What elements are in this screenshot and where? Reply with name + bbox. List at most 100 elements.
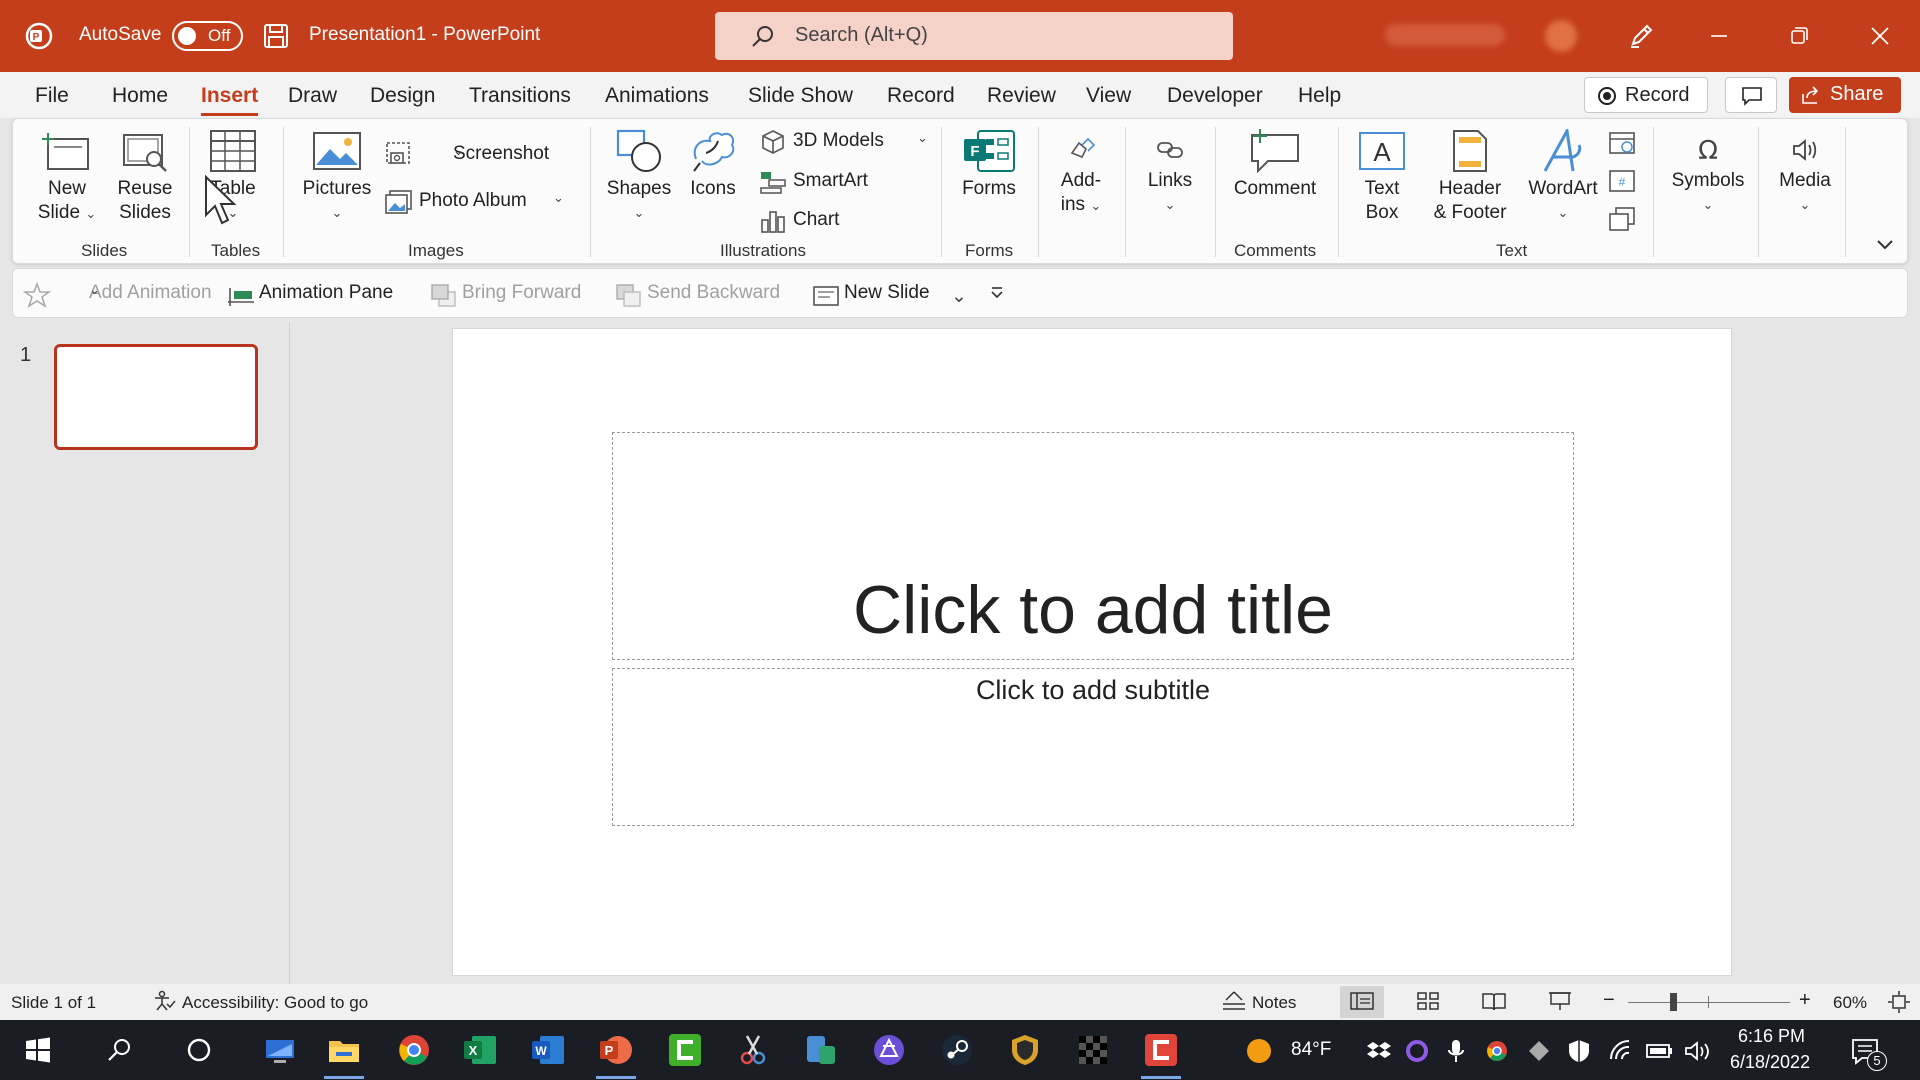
tab-design[interactable]: Design	[370, 84, 435, 108]
clock-time[interactable]: 6:16 PM	[1738, 1026, 1805, 1047]
zoom-slider-thumb[interactable]	[1670, 993, 1677, 1011]
app-purple-icon[interactable]	[871, 1032, 907, 1068]
windows-start-icon[interactable]	[24, 1036, 52, 1064]
shield-game-icon[interactable]	[1007, 1032, 1043, 1068]
chrome-tray-icon[interactable]	[1485, 1039, 1509, 1063]
tab-file[interactable]: File	[35, 84, 69, 108]
icons-button[interactable]: Icons	[683, 129, 743, 201]
subtitle-placeholder[interactable]: Click to add subtitle	[612, 668, 1574, 826]
fit-to-window-icon[interactable]	[1887, 990, 1911, 1014]
new-slide-button[interactable]: New Slide ⌄	[35, 129, 99, 226]
slide-thumbnail[interactable]	[54, 344, 258, 450]
symbols-button[interactable]: Ω Symbols ⌄	[1665, 135, 1751, 217]
cortana-icon[interactable]	[185, 1036, 213, 1064]
tab-draw[interactable]: Draw	[288, 84, 337, 108]
tab-insert[interactable]: Insert	[201, 84, 259, 116]
zoom-slider-track[interactable]	[1628, 1002, 1790, 1003]
notes-button[interactable]: Notes	[1252, 993, 1296, 1013]
title-placeholder[interactable]: Click to add title	[612, 432, 1574, 660]
add-ins-button[interactable]: Add- ins ⌄	[1049, 135, 1113, 218]
reading-view-icon[interactable]	[1481, 990, 1507, 1012]
send-backward-button[interactable]: Send Backward	[614, 282, 804, 308]
word-icon[interactable]: W	[530, 1032, 566, 1068]
autosave-toggle[interactable]: Off	[172, 21, 243, 51]
comments-button[interactable]	[1725, 77, 1777, 113]
date-time-icon[interactable]	[1607, 129, 1637, 157]
customize-toolbar-icon[interactable]	[989, 285, 1005, 301]
shapes-button[interactable]: Shapes ⌄	[603, 129, 675, 225]
text-box-button[interactable]: A Text Box	[1351, 129, 1413, 225]
slide-number-icon[interactable]: #	[1607, 167, 1637, 195]
save-icon[interactable]	[262, 22, 290, 50]
tray-app-circle-icon[interactable]	[1405, 1039, 1429, 1063]
zoom-out-button[interactable]: −	[1603, 989, 1615, 1012]
camtasia-icon[interactable]	[667, 1032, 703, 1068]
clock-date[interactable]: 6/18/2022	[1730, 1052, 1810, 1073]
accessibility-status[interactable]: Accessibility: Good to go	[182, 993, 368, 1013]
tab-transitions[interactable]: Transitions	[469, 84, 571, 108]
normal-view-icon[interactable]	[1349, 990, 1375, 1012]
desktop-icon[interactable]	[262, 1032, 298, 1068]
dropbox-icon[interactable]	[1367, 1040, 1391, 1062]
volume-icon[interactable]	[1684, 1039, 1712, 1063]
share-button[interactable]: Share	[1789, 77, 1901, 113]
tab-record[interactable]: Record	[887, 84, 955, 108]
tab-help[interactable]: Help	[1298, 84, 1341, 108]
3d-models-button[interactable]: 3D Models ⌄	[759, 129, 939, 155]
reuse-slides-button[interactable]: Reuse Slides	[113, 129, 177, 225]
microphone-icon[interactable]	[1446, 1038, 1466, 1064]
slide-canvas[interactable]: Click to add title Click to add subtitle	[452, 328, 1732, 976]
tab-view[interactable]: View	[1086, 84, 1131, 108]
new-slide-quick-button[interactable]: New Slide	[811, 282, 971, 308]
record-button[interactable]: Record	[1584, 77, 1708, 113]
excel-icon[interactable]: X	[462, 1032, 498, 1068]
security-shield-icon[interactable]	[1567, 1038, 1591, 1064]
chart-button[interactable]: Chart	[759, 208, 869, 234]
comment-button[interactable]: Comment	[1227, 129, 1323, 201]
new-slide-dropdown-icon[interactable]: ⌄	[951, 285, 967, 308]
photo-album-button[interactable]: Photo Album ⌄	[385, 189, 585, 215]
steam-icon[interactable]	[939, 1032, 975, 1068]
phone-link-icon[interactable]	[803, 1032, 839, 1068]
pictures-button[interactable]: Pictures ⌄	[299, 129, 375, 225]
animation-pane-button[interactable]: Animation Pane	[226, 282, 426, 308]
weather-sun-icon[interactable]	[1244, 1037, 1274, 1065]
avatar[interactable]	[1545, 20, 1577, 52]
smartart-button[interactable]: SmartArt	[759, 169, 899, 195]
wordart-button[interactable]: WordArt ⌄	[1521, 129, 1605, 225]
forms-button[interactable]: F Forms	[957, 129, 1021, 201]
file-explorer-icon[interactable]	[326, 1032, 362, 1068]
account-name[interactable]	[1385, 24, 1505, 46]
search-icon[interactable]	[106, 1036, 134, 1064]
screenshot-button[interactable]: Screenshot ⌄	[385, 141, 565, 167]
bring-forward-button[interactable]: Bring Forward	[429, 282, 609, 308]
slideshow-view-icon[interactable]	[1547, 990, 1573, 1012]
media-button[interactable]: Media ⌄	[1769, 135, 1841, 217]
tab-animations[interactable]: Animations	[605, 84, 709, 108]
search-box[interactable]: Search (Alt+Q)	[715, 12, 1233, 60]
add-animation-button[interactable]: Add Animation ⌄	[23, 282, 223, 308]
restore-icon[interactable]	[1781, 18, 1817, 54]
diamond-icon[interactable]	[1527, 1039, 1551, 1063]
zoom-in-button[interactable]: +	[1799, 989, 1811, 1012]
slide-sorter-icon[interactable]	[1415, 990, 1441, 1012]
tab-home[interactable]: Home	[112, 84, 168, 108]
snip-icon[interactable]	[735, 1032, 771, 1068]
minimize-icon[interactable]	[1701, 18, 1737, 54]
notes-icon[interactable]	[1221, 990, 1247, 1012]
chrome-icon[interactable]	[396, 1032, 432, 1068]
object-icon[interactable]	[1607, 205, 1637, 233]
zoom-level[interactable]: 60%	[1833, 993, 1867, 1013]
battery-icon[interactable]	[1645, 1041, 1675, 1061]
tab-developer[interactable]: Developer	[1167, 84, 1263, 108]
close-icon[interactable]	[1862, 18, 1898, 54]
collapse-ribbon-icon[interactable]	[1875, 237, 1895, 253]
camtasia-red-icon[interactable]	[1143, 1032, 1179, 1068]
tab-slide-show[interactable]: Slide Show	[748, 84, 853, 108]
wifi-icon[interactable]	[1607, 1039, 1633, 1063]
powerpoint-icon[interactable]: P	[598, 1032, 634, 1068]
checker-icon[interactable]	[1075, 1032, 1111, 1068]
weather-temperature[interactable]: 84°F	[1291, 1039, 1331, 1061]
tab-review[interactable]: Review	[987, 84, 1056, 108]
pen-icon[interactable]	[1627, 20, 1657, 50]
